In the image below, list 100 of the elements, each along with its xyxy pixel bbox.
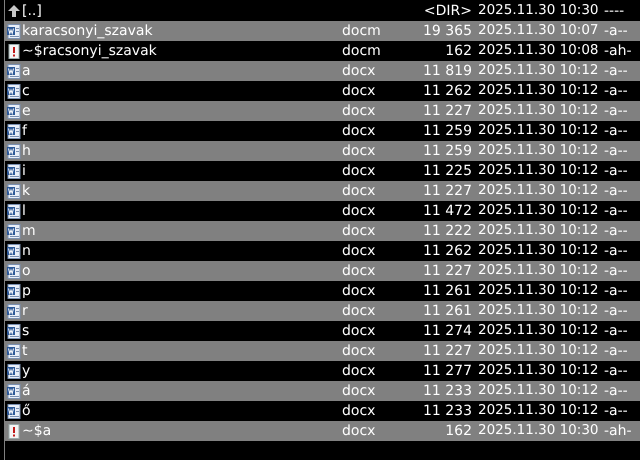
file-row[interactable]: a docx 11 819 2025.11.30 10:12 -a-- (5, 61, 640, 81)
file-extension: docx (342, 164, 376, 178)
file-size: 11 233 (422, 404, 472, 418)
file-attributes: -a-- (604, 164, 628, 178)
file-attributes: -a-- (604, 84, 628, 98)
document-icon (6, 84, 20, 98)
file-date: 2025.11.30 10:08 (478, 44, 600, 58)
file-extension: docx (342, 264, 376, 278)
file-name: karacsonyi_szavak (22, 24, 154, 38)
file-name: r (22, 304, 29, 318)
file-size: 11 261 (422, 284, 472, 298)
file-row[interactable]: o docx 11 227 2025.11.30 10:12 -a-- (5, 261, 640, 281)
file-size: 11 233 (422, 384, 472, 398)
file-date: 2025.11.30 10:12 (478, 264, 600, 278)
file-extension: docx (342, 304, 376, 318)
document-icon (6, 144, 20, 158)
file-size: 11 227 (422, 344, 472, 358)
file-row[interactable]: á docx 11 233 2025.11.30 10:12 -a-- (5, 381, 640, 401)
file-size: 11 472 (422, 204, 472, 218)
file-row[interactable]: karacsonyi_szavak docm 19 365 2025.11.30 10:07 -a-- (5, 21, 640, 41)
file-attributes: -ah- (604, 424, 632, 438)
document-icon (6, 244, 20, 258)
file-date: 2025.11.30 10:12 (478, 84, 600, 98)
file-extension: docx (342, 124, 376, 138)
file-attributes: -a-- (604, 364, 628, 378)
file-attributes: -a-- (604, 244, 628, 258)
document-icon (6, 344, 20, 358)
file-extension: docx (342, 364, 376, 378)
file-date: 2025.11.30 10:12 (478, 304, 600, 318)
document-icon (6, 304, 20, 318)
file-extension: docx (342, 284, 376, 298)
file-date: 2025.11.30 10:12 (478, 204, 600, 218)
document-icon (6, 224, 20, 238)
file-attributes: -a-- (604, 24, 628, 38)
file-attributes: -a-- (604, 324, 628, 338)
file-date: 2025.11.30 10:12 (478, 144, 600, 158)
file-row[interactable]: t docx 11 227 2025.11.30 10:12 -a-- (5, 341, 640, 361)
document-icon (6, 364, 20, 378)
file-extension: docm (342, 24, 382, 38)
file-size: 11 262 (422, 244, 472, 258)
file-name: m (22, 224, 37, 238)
file-extension: docx (342, 204, 376, 218)
file-size: 19 365 (422, 24, 472, 38)
file-size: 11 261 (422, 304, 472, 318)
warning-file-icon (6, 44, 20, 58)
file-name: l (22, 204, 27, 218)
document-icon (6, 24, 20, 38)
file-name: t (22, 344, 28, 358)
file-date: 2025.11.30 10:12 (478, 404, 600, 418)
file-name: s (22, 324, 30, 338)
file-attributes: -a-- (604, 304, 628, 318)
file-size: <DIR> (422, 4, 472, 18)
file-row[interactable]: k docx 11 227 2025.11.30 10:12 -a-- (5, 181, 640, 201)
file-extension: docx (342, 424, 376, 438)
file-name: c (22, 84, 31, 98)
file-size: 162 (444, 44, 472, 58)
file-attributes: -a-- (604, 264, 628, 278)
file-date: 2025.11.30 10:12 (478, 124, 600, 138)
warning-file-icon (6, 424, 20, 438)
file-date: 2025.11.30 10:12 (478, 324, 600, 338)
document-icon (6, 124, 20, 138)
document-icon (6, 384, 20, 398)
file-date: 2025.11.30 10:12 (478, 244, 600, 258)
file-date: 2025.11.30 10:12 (478, 344, 600, 358)
file-size: 11 259 (422, 124, 472, 138)
file-attributes: -a-- (604, 204, 628, 218)
file-date: 2025.11.30 10:12 (478, 64, 600, 78)
file-attributes: -a-- (604, 144, 628, 158)
file-name: y (22, 364, 32, 378)
file-name: ő (22, 404, 32, 418)
document-icon (6, 264, 20, 278)
file-name: o (22, 264, 32, 278)
file-attributes: -a-- (604, 404, 628, 418)
file-size: 11 222 (422, 224, 472, 238)
file-size: 11 227 (422, 104, 472, 118)
file-name: á (22, 384, 32, 398)
file-extension: docx (342, 244, 376, 258)
file-attributes: -a-- (604, 184, 628, 198)
file-attributes: -a-- (604, 344, 628, 358)
file-size: 11 819 (422, 64, 472, 78)
file-attributes: -a-- (604, 124, 628, 138)
file-size: 11 227 (422, 184, 472, 198)
file-name: p (22, 284, 32, 298)
document-icon (6, 164, 20, 178)
file-date: 2025.11.30 10:12 (478, 364, 600, 378)
file-attributes: -ah- (604, 44, 632, 58)
file-row[interactable]: m docx 11 222 2025.11.30 10:12 -a-- (5, 221, 640, 241)
file-row[interactable]: ~$a docx 162 2025.11.30 10:30 -ah- (5, 421, 640, 441)
file-attributes: -a-- (604, 384, 628, 398)
file-extension: docx (342, 404, 376, 418)
document-icon (6, 104, 20, 118)
file-name: h (22, 144, 32, 158)
file-date: 2025.11.30 10:07 (478, 24, 600, 38)
document-icon (6, 184, 20, 198)
file-name: ~$a (22, 424, 52, 438)
file-extension: docx (342, 324, 376, 338)
file-row[interactable]: r docx 11 261 2025.11.30 10:12 -a-- (5, 301, 640, 321)
file-extension: docx (342, 344, 376, 358)
file-row[interactable]: e docx 11 227 2025.11.30 10:12 -a-- (5, 101, 640, 121)
file-row[interactable]: h docx 11 259 2025.11.30 10:12 -a-- (5, 141, 640, 161)
